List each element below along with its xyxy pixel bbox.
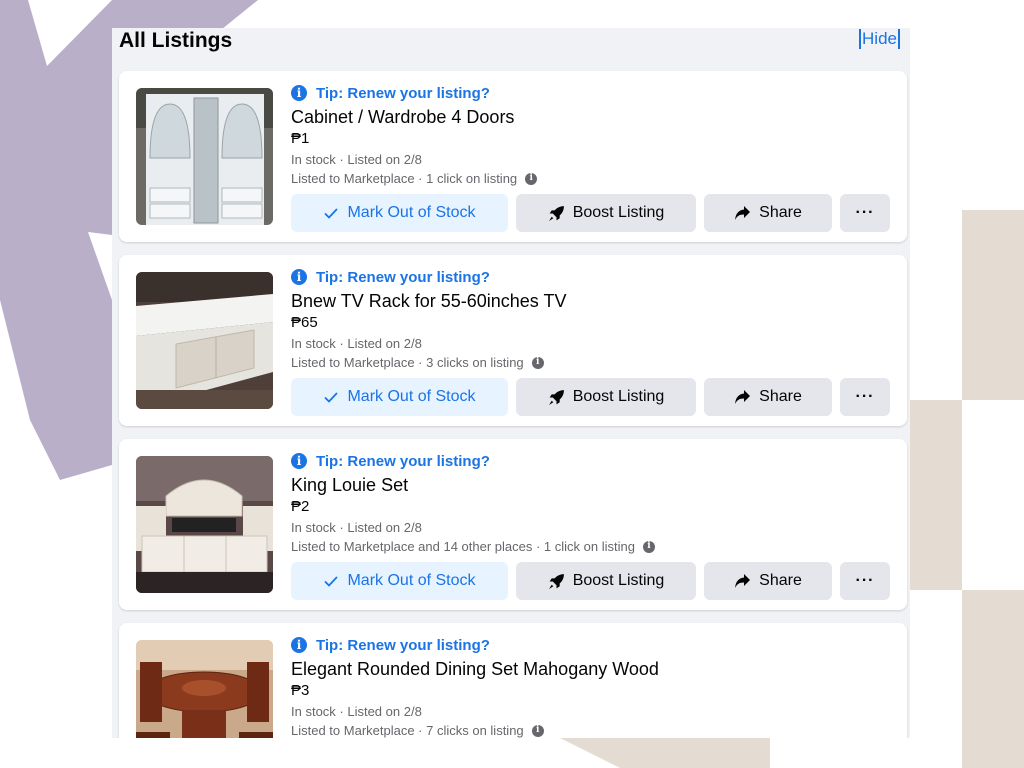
listing-status: In stock · Listed on 2/8 [291,520,422,535]
listing-info: i Tip: Renew your listing? King Louie Se… [291,451,891,556]
listing-price: ₱65 [291,314,318,331]
rocket-icon [548,205,565,222]
listing-card: i Tip: Renew your listing? Cabinet / War… [119,71,907,242]
listing-info: i Tip: Renew your listing? Bnew TV Rack … [291,267,891,372]
listing-actions: Mark Out of Stock Boost Listing Share ··… [291,194,890,232]
panel-header: All Listings Hide [112,28,910,70]
listing-card: i Tip: Renew your listing? King Louie Se… [119,439,907,610]
info-circle-icon: i [291,85,307,101]
boost-listing-button[interactable]: Boost Listing [516,194,696,232]
share-label: Share [759,388,802,405]
share-arrow-icon [734,389,751,405]
listing-actions: Mark Out of Stock Boost Listing Share ··… [291,378,890,416]
listing-title[interactable]: Cabinet / Wardrobe 4 Doors [291,106,891,128]
listing-stats-row: Listed to Marketplace · 3 clicks on list… [291,353,891,372]
info-dot-icon[interactable]: i [525,172,538,185]
share-label: Share [759,204,802,221]
tip-text: Tip: Renew your listing? [316,268,490,286]
tip-link[interactable]: i Tip: Renew your listing? [291,267,891,287]
info-dot-icon[interactable]: i [642,540,655,553]
more-options-button[interactable]: ··· [840,194,890,232]
listing-thumbnail[interactable] [136,456,273,593]
info-circle-icon: i [291,637,307,653]
mark-out-of-stock-button[interactable]: Mark Out of Stock [291,378,508,416]
listing-price: ₱3 [291,682,310,699]
info-circle-icon: i [291,453,307,469]
page-title: All Listings [119,29,233,52]
listing-status: In stock · Listed on 2/8 [291,704,422,719]
rocket-icon [548,573,565,590]
tip-text: Tip: Renew your listing? [316,636,490,654]
share-label: Share [759,572,802,589]
listing-thumbnail[interactable] [136,640,273,738]
listing-info: i Tip: Renew your listing? Elegant Round… [291,635,891,738]
listing-thumbnail[interactable] [136,88,273,225]
listing-price: ₱2 [291,498,310,515]
tip-link[interactable]: i Tip: Renew your listing? [291,83,891,103]
listing-status: In stock · Listed on 2/8 [291,152,422,167]
tip-text: Tip: Renew your listing? [316,84,490,102]
info-dot-icon[interactable]: i [531,356,544,369]
listing-card: i Tip: Renew your listing? Elegant Round… [119,623,907,738]
mark-out-of-stock-button[interactable]: Mark Out of Stock [291,194,508,232]
tip-link[interactable]: i Tip: Renew your listing? [291,635,891,655]
screen: All Listings Hide i Tip: Renew your list… [0,0,1024,768]
listing-card: i Tip: Renew your listing? Bnew TV Rack … [119,255,907,426]
ellipsis-icon: ··· [855,388,875,405]
more-options-button[interactable]: ··· [840,378,890,416]
boost-listing-label: Boost Listing [572,572,665,589]
tip-text: Tip: Renew your listing? [316,452,490,470]
listing-thumbnail[interactable] [136,272,273,409]
mark-out-of-stock-label: Mark Out of Stock [347,204,476,221]
ellipsis-icon: ··· [855,204,875,221]
mark-out-of-stock-button[interactable]: Mark Out of Stock [291,562,508,600]
info-dot-icon[interactable]: i [531,724,544,737]
mark-out-of-stock-label: Mark Out of Stock [347,388,476,405]
listing-stats-row: Listed to Marketplace and 14 other place… [291,537,891,556]
share-arrow-icon [734,205,751,221]
listing-stats: Listed to Marketplace · 3 clicks on list… [291,355,524,370]
boost-listing-label: Boost Listing [572,388,665,405]
rocket-icon [548,389,565,406]
listing-stats-row: Listed to Marketplace · 1 click on listi… [291,169,891,188]
checkmark-icon [323,389,339,405]
listing-title[interactable]: King Louie Set [291,474,891,496]
listing-info: i Tip: Renew your listing? Cabinet / War… [291,83,891,188]
listing-actions: Mark Out of Stock Boost Listing Share ··… [291,562,890,600]
share-button[interactable]: Share [704,562,832,600]
boost-listing-label: Boost Listing [572,204,665,221]
listing-price: ₱1 [291,130,310,147]
checkmark-icon [323,573,339,589]
boost-listing-button[interactable]: Boost Listing [516,378,696,416]
listing-title[interactable]: Bnew TV Rack for 55-60inches TV [291,290,891,312]
hide-link[interactable]: Hide [859,29,900,49]
share-button[interactable]: Share [704,378,832,416]
listing-status: In stock · Listed on 2/8 [291,336,422,351]
mark-out-of-stock-label: Mark Out of Stock [347,572,476,589]
listing-stats-row: Listed to Marketplace · 7 clicks on list… [291,721,891,738]
share-button[interactable]: Share [704,194,832,232]
info-circle-icon: i [291,269,307,285]
checkmark-icon [323,205,339,221]
listing-stats: Listed to Marketplace · 1 click on listi… [291,171,518,186]
boost-listing-button[interactable]: Boost Listing [516,562,696,600]
ellipsis-icon: ··· [855,572,875,589]
listings-panel: All Listings Hide i Tip: Renew your list… [112,28,910,738]
listing-title[interactable]: Elegant Rounded Dining Set Mahogany Wood [291,658,891,680]
tip-link[interactable]: i Tip: Renew your listing? [291,451,891,471]
more-options-button[interactable]: ··· [840,562,890,600]
listing-stats: Listed to Marketplace · 7 clicks on list… [291,723,524,738]
share-arrow-icon [734,573,751,589]
listing-stats: Listed to Marketplace and 14 other place… [291,539,635,554]
